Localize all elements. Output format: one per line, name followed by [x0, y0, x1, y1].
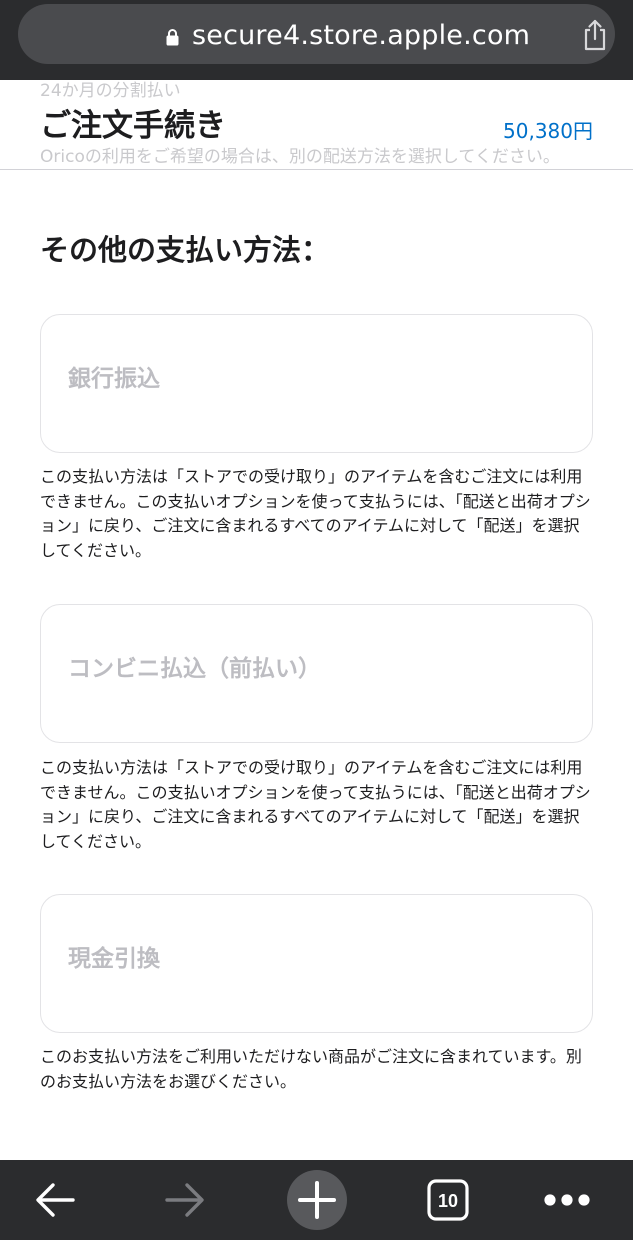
tabs-button[interactable]: 10 [426, 1160, 470, 1240]
url-text: secure4.store.apple.com [192, 20, 531, 51]
page-title: ご注文手続き [40, 108, 226, 144]
payment-option-note: この支払い方法は「ストアでの受け取り」のアイテムを含むご注文には利用できません。… [40, 467, 591, 560]
order-total[interactable]: 50,380円 [503, 118, 593, 144]
forward-button[interactable] [160, 1160, 210, 1240]
tab-count: 10 [438, 1191, 458, 1211]
tabs-count-icon: 10 [427, 1179, 469, 1221]
more-button[interactable] [542, 1160, 592, 1240]
payment-option-convenience-store[interactable]: コンビニ払込（前払い） [40, 604, 593, 743]
payment-option-label: 現金引換 [68, 946, 160, 972]
browser-top-bar: secure4.store.apple.com [0, 0, 633, 80]
payment-option-bank-transfer[interactable]: 銀行振込 [40, 314, 593, 453]
payment-option-cash-on-delivery[interactable]: 現金引換 [40, 894, 593, 1033]
scrolled-text-behind-header: Oricoの利用をご希望の場合は、別の配送方法を選択してください。 [40, 147, 560, 167]
other-payment-methods-heading: その他の支払い方法： [40, 233, 331, 267]
new-tab-button[interactable] [286, 1160, 348, 1240]
checkout-header: 24か月の分割払い Oricoの利用をご希望の場合は、別の配送方法を選択してくだ… [0, 80, 633, 170]
payment-option-note: このお支払い方法をご利用いただけない商品がご注文に含まれています。別のお支払い方… [40, 1047, 582, 1091]
payment-option-note: この支払い方法は「ストアでの受け取り」のアイテムを含むご注文には利用できません。… [40, 758, 591, 851]
address-bar[interactable]: secure4.store.apple.com [18, 4, 615, 64]
back-button[interactable] [30, 1160, 80, 1240]
browser-bottom-toolbar: 10 [0, 1160, 633, 1240]
share-icon[interactable] [580, 18, 610, 52]
payment-option-label: 銀行振込 [68, 366, 160, 392]
back-arrow-icon [36, 1183, 75, 1217]
forward-arrow-icon [165, 1183, 204, 1217]
scrolled-text-behind-header: 24か月の分割払い [40, 81, 181, 101]
payment-option-label: コンビニ払込（前払い） [68, 656, 321, 682]
lock-icon [166, 29, 179, 46]
more-dots-icon [544, 1194, 590, 1206]
new-tab-plus-icon [287, 1170, 347, 1230]
